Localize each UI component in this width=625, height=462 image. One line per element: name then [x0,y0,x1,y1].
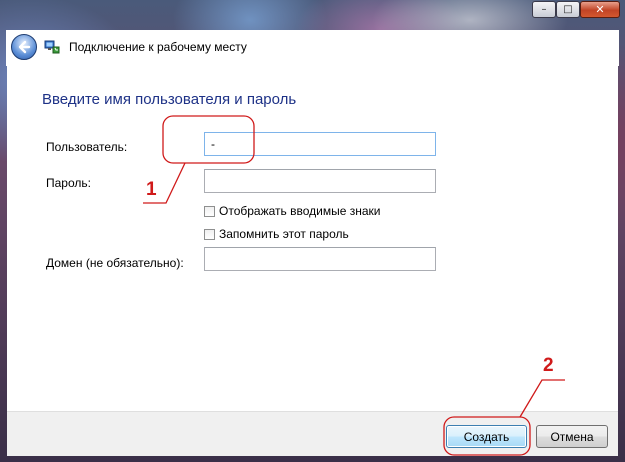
callout-1-highlight [162,115,255,164]
callout-2-number: 2 [543,355,554,376]
annotation-overlay [143,115,565,456]
callout-2-leader [519,379,565,418]
callout-2-highlight [443,416,531,456]
callout-1-number: 1 [146,179,157,200]
